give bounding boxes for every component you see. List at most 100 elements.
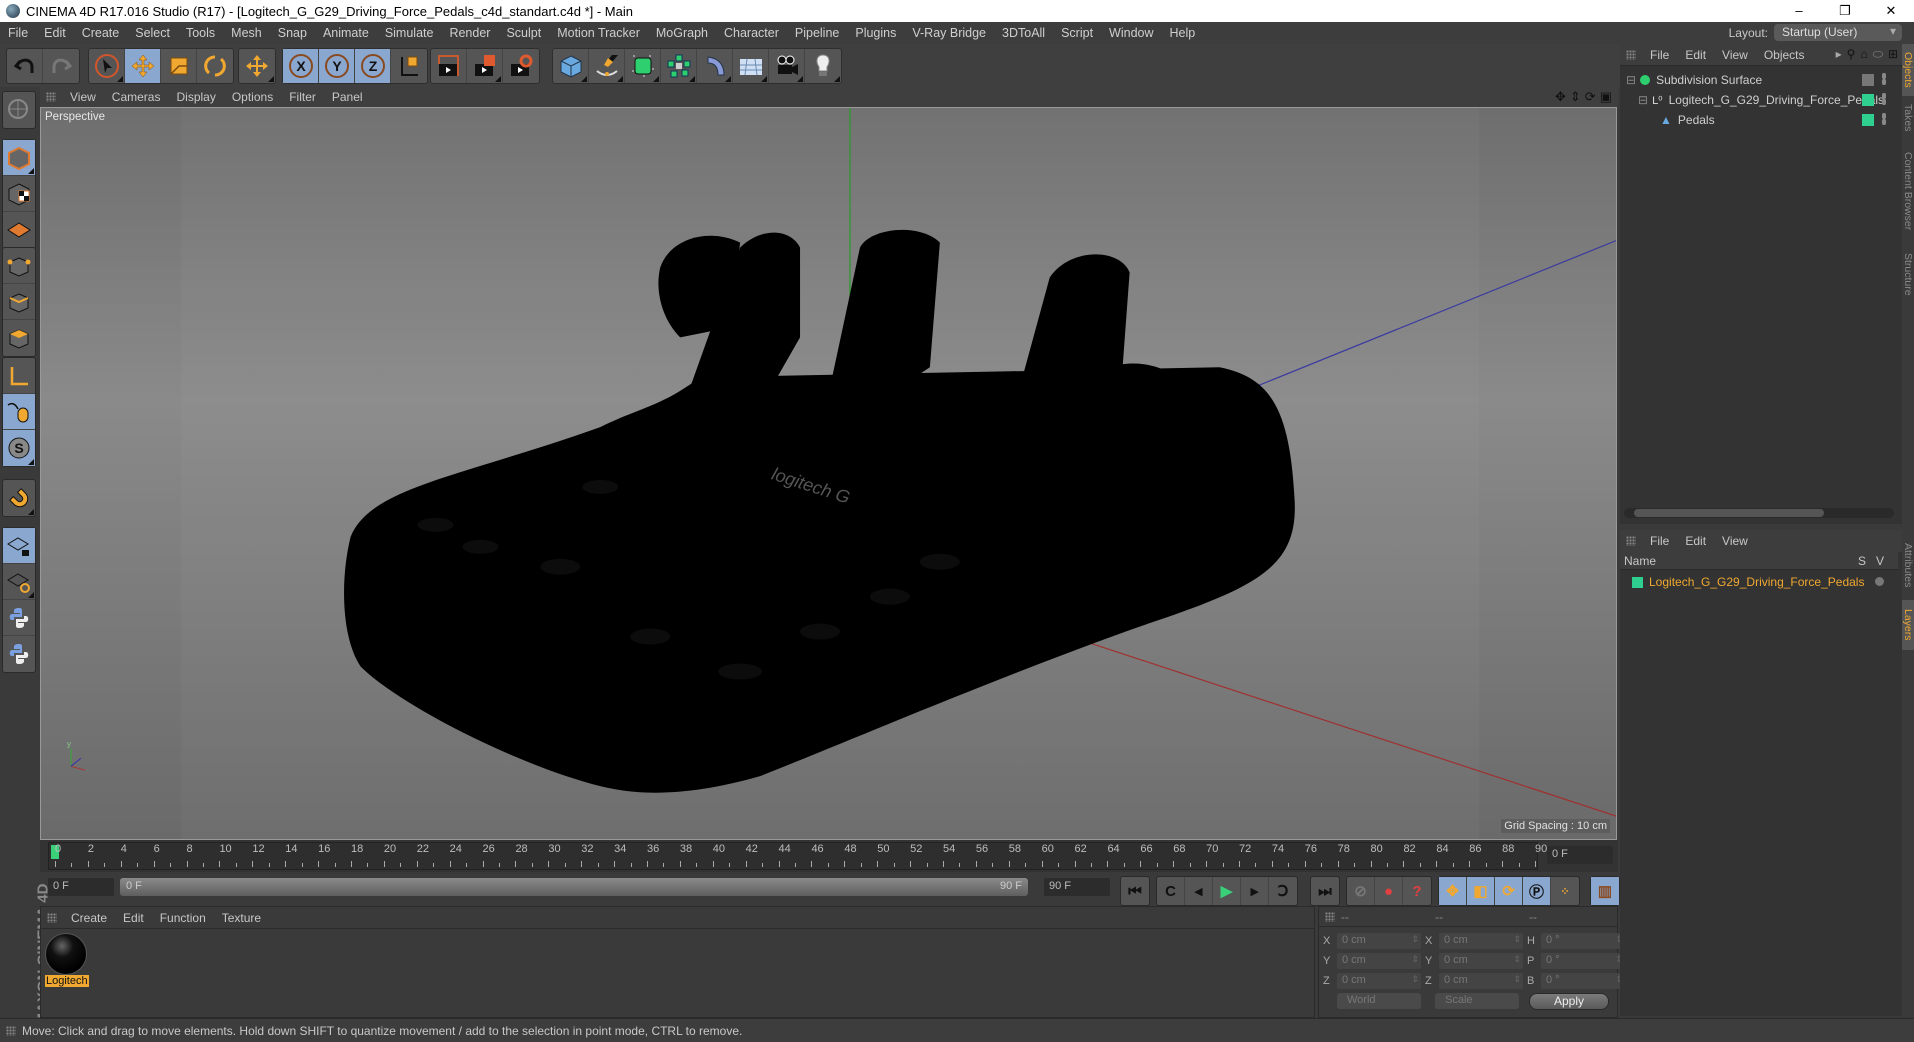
move-button[interactable] bbox=[125, 49, 161, 83]
autokey-button[interactable]: ● bbox=[1375, 877, 1403, 905]
rotate-button[interactable] bbox=[197, 49, 233, 83]
3d-viewport[interactable]: logitech G y Perspective Grid Spacing : … bbox=[40, 107, 1617, 840]
go-to-end-button[interactable]: ⏭ bbox=[1311, 877, 1339, 905]
edges-mode-button[interactable] bbox=[3, 284, 35, 320]
python-script-button[interactable] bbox=[3, 636, 35, 672]
render-settings-button[interactable] bbox=[503, 49, 539, 83]
menu-animate[interactable]: Animate bbox=[315, 26, 377, 40]
panel-grip[interactable] bbox=[6, 1025, 16, 1036]
tab-attributes[interactable]: Attributes bbox=[1902, 532, 1914, 598]
menu-3dtoall[interactable]: 3DToAll bbox=[994, 26, 1053, 40]
tab-structure[interactable]: Structure bbox=[1902, 244, 1914, 304]
size-y-field[interactable]: 0 cm bbox=[1439, 953, 1523, 969]
point-level-anim-button[interactable]: ⁘ bbox=[1551, 877, 1579, 905]
visibility-dots[interactable] bbox=[1882, 93, 1886, 105]
bend-deformer-button[interactable] bbox=[697, 49, 733, 83]
menu-motion-tracker[interactable]: Motion Tracker bbox=[549, 26, 648, 40]
restore-button[interactable]: ❐ bbox=[1822, 3, 1868, 19]
position-key-button[interactable]: ✥ bbox=[1439, 877, 1467, 905]
search-icon[interactable]: ⚲ bbox=[1847, 47, 1856, 62]
tab-objects[interactable]: Objects bbox=[1902, 44, 1914, 96]
object-layer-swatch[interactable] bbox=[1862, 114, 1874, 126]
viewport-camera-label[interactable]: Perspective bbox=[45, 111, 105, 123]
more-menu-icon[interactable]: ▸ bbox=[1836, 47, 1842, 62]
parameter-key-button[interactable]: Ⓟ bbox=[1523, 877, 1551, 905]
axis-mode-button[interactable] bbox=[3, 358, 35, 394]
size-x-field[interactable]: 0 cm bbox=[1439, 933, 1523, 949]
visibility-dots[interactable] bbox=[1882, 113, 1886, 125]
end-frame-field[interactable]: 90 F bbox=[1044, 878, 1110, 896]
objects-menu-objects[interactable]: Objects bbox=[1756, 48, 1813, 62]
pos-z-field[interactable]: 0 cm bbox=[1337, 973, 1421, 989]
menu-simulate[interactable]: Simulate bbox=[377, 26, 442, 40]
objects-menu-view[interactable]: View bbox=[1714, 48, 1756, 62]
timeline-ruler[interactable]: 0 2 4 6 8 10 12 14 16 18 20 22 24 26 28 30 32 34 36 38 40 42 4… bbox=[48, 842, 1547, 870]
menu-script[interactable]: Script bbox=[1053, 26, 1101, 40]
workplane-mode-button[interactable] bbox=[3, 212, 35, 248]
object-manager-scrollbar[interactable] bbox=[1624, 508, 1894, 518]
apply-button[interactable]: Apply bbox=[1529, 993, 1609, 1010]
solo-mode-button[interactable]: S bbox=[3, 430, 35, 466]
menu-window[interactable]: Window bbox=[1101, 26, 1161, 40]
panel-grip[interactable] bbox=[1626, 536, 1636, 546]
locked-workplane-button[interactable] bbox=[3, 564, 35, 600]
model-mode-button[interactable] bbox=[3, 140, 35, 176]
coordinate-system-button[interactable] bbox=[391, 49, 427, 83]
viewport-menu-display[interactable]: Display bbox=[168, 90, 223, 104]
pos-x-field[interactable]: 0 cm bbox=[1337, 933, 1421, 949]
redo-button[interactable] bbox=[43, 49, 79, 83]
objects-menu-edit[interactable]: Edit bbox=[1677, 48, 1714, 62]
y-axis-button[interactable]: Y bbox=[319, 49, 355, 83]
scale-button[interactable] bbox=[161, 49, 197, 83]
menu-snap[interactable]: Snap bbox=[270, 26, 315, 40]
material-menu-texture[interactable]: Texture bbox=[214, 911, 269, 925]
subdivision-surface-button[interactable] bbox=[625, 49, 661, 83]
rot-h-field[interactable]: 0 ° bbox=[1541, 933, 1625, 949]
z-axis-button[interactable]: Z bbox=[355, 49, 391, 83]
layer-color-swatch[interactable] bbox=[1632, 576, 1643, 588]
tweak-mode-button[interactable] bbox=[3, 394, 35, 430]
menu-vray-bridge[interactable]: V-Ray Bridge bbox=[904, 26, 994, 40]
viewport-rotate-icon[interactable]: ⟳ bbox=[1585, 89, 1596, 105]
new-view-icon[interactable]: ⊞ bbox=[1888, 47, 1898, 62]
menu-sculpt[interactable]: Sculpt bbox=[498, 26, 549, 40]
viewport-maximize-icon[interactable]: ▣ bbox=[1600, 89, 1612, 105]
menu-create[interactable]: Create bbox=[74, 26, 128, 40]
panel-grip[interactable] bbox=[46, 92, 56, 102]
viewport-menu-panel[interactable]: Panel bbox=[324, 90, 371, 104]
close-button[interactable]: ✕ bbox=[1868, 3, 1914, 19]
render-view-button[interactable] bbox=[431, 49, 467, 83]
cloner-button[interactable] bbox=[661, 49, 697, 83]
material-menu-edit[interactable]: Edit bbox=[115, 911, 152, 925]
layout-dropdown[interactable]: Startup (User) bbox=[1774, 24, 1902, 41]
live-selection-button[interactable] bbox=[89, 49, 125, 83]
snap-button[interactable] bbox=[3, 480, 35, 516]
object-layer-swatch[interactable] bbox=[1862, 74, 1874, 86]
texture-mode-button[interactable] bbox=[3, 176, 35, 212]
pen-button[interactable] bbox=[589, 49, 625, 83]
material-menu-function[interactable]: Function bbox=[152, 911, 214, 925]
panel-grip[interactable] bbox=[1325, 911, 1335, 922]
object-row[interactable]: ▲ Pedals bbox=[1620, 110, 1898, 130]
record-keys-button[interactable]: ⊘ bbox=[1347, 877, 1375, 905]
rotation-key-button[interactable]: ⟳ bbox=[1495, 877, 1523, 905]
panel-grip[interactable] bbox=[47, 912, 57, 923]
next-frame-button[interactable]: ▸ bbox=[1241, 877, 1269, 905]
menu-file[interactable]: File bbox=[0, 26, 36, 40]
transform-mode-dropdown[interactable]: Scale bbox=[1435, 993, 1519, 1009]
undo-button[interactable] bbox=[7, 49, 43, 83]
size-z-field[interactable]: 0 cm bbox=[1439, 973, 1523, 989]
material-menu-create[interactable]: Create bbox=[63, 911, 115, 925]
viewport-menu-options[interactable]: Options bbox=[224, 90, 281, 104]
menu-render[interactable]: Render bbox=[441, 26, 498, 40]
menu-mesh[interactable]: Mesh bbox=[223, 26, 270, 40]
tab-takes[interactable]: Takes bbox=[1902, 98, 1914, 138]
menu-mograph[interactable]: MoGraph bbox=[648, 26, 716, 40]
scrollbar-thumb[interactable] bbox=[1634, 509, 1824, 517]
home-icon[interactable]: ⌂ bbox=[1860, 47, 1867, 62]
preview-range-slider[interactable]: 0 F 90 F bbox=[120, 878, 1028, 896]
menu-tools[interactable]: Tools bbox=[178, 26, 223, 40]
x-axis-button[interactable]: X bbox=[283, 49, 319, 83]
floor-button[interactable] bbox=[733, 49, 769, 83]
material-item[interactable]: Logitech bbox=[45, 933, 89, 989]
